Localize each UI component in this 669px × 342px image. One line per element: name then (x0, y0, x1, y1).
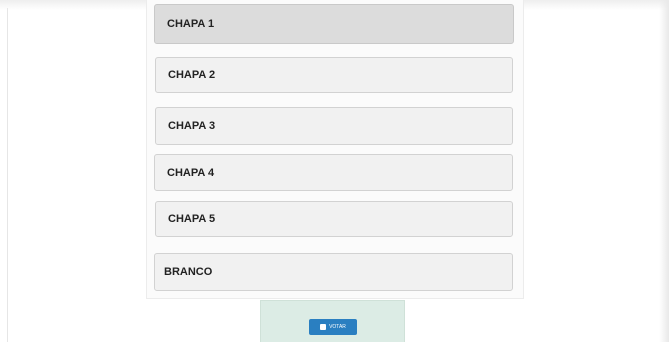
left-divider (7, 8, 8, 342)
option-label: CHAPA 5 (168, 213, 216, 225)
right-shadow (659, 0, 669, 342)
option-chapa-1[interactable]: CHAPA 1 (154, 4, 514, 44)
option-label: CHAPA 1 (167, 18, 215, 30)
option-label: CHAPA 3 (168, 120, 216, 132)
ballot-box-icon (320, 324, 327, 330)
option-label: BRANCO (164, 266, 213, 278)
vote-button[interactable]: VOTAR (309, 319, 357, 335)
option-branco[interactable]: BRANCO (154, 253, 513, 291)
option-chapa-4[interactable]: CHAPA 4 (154, 154, 513, 191)
option-chapa-2[interactable]: CHAPA 2 (155, 57, 513, 93)
option-label: CHAPA 4 (167, 166, 215, 179)
option-label: CHAPA 2 (168, 69, 216, 81)
voting-screen: CHAPA 1 CHAPA 2 CHAPA 3 CHAPA 4 CHAPA 5 … (0, 0, 669, 342)
option-chapa-3[interactable]: CHAPA 3 (155, 107, 513, 145)
option-chapa-5[interactable]: CHAPA 5 (155, 201, 513, 237)
vote-panel: VOTAR (260, 300, 405, 342)
vote-button-label: VOTAR (329, 324, 346, 330)
